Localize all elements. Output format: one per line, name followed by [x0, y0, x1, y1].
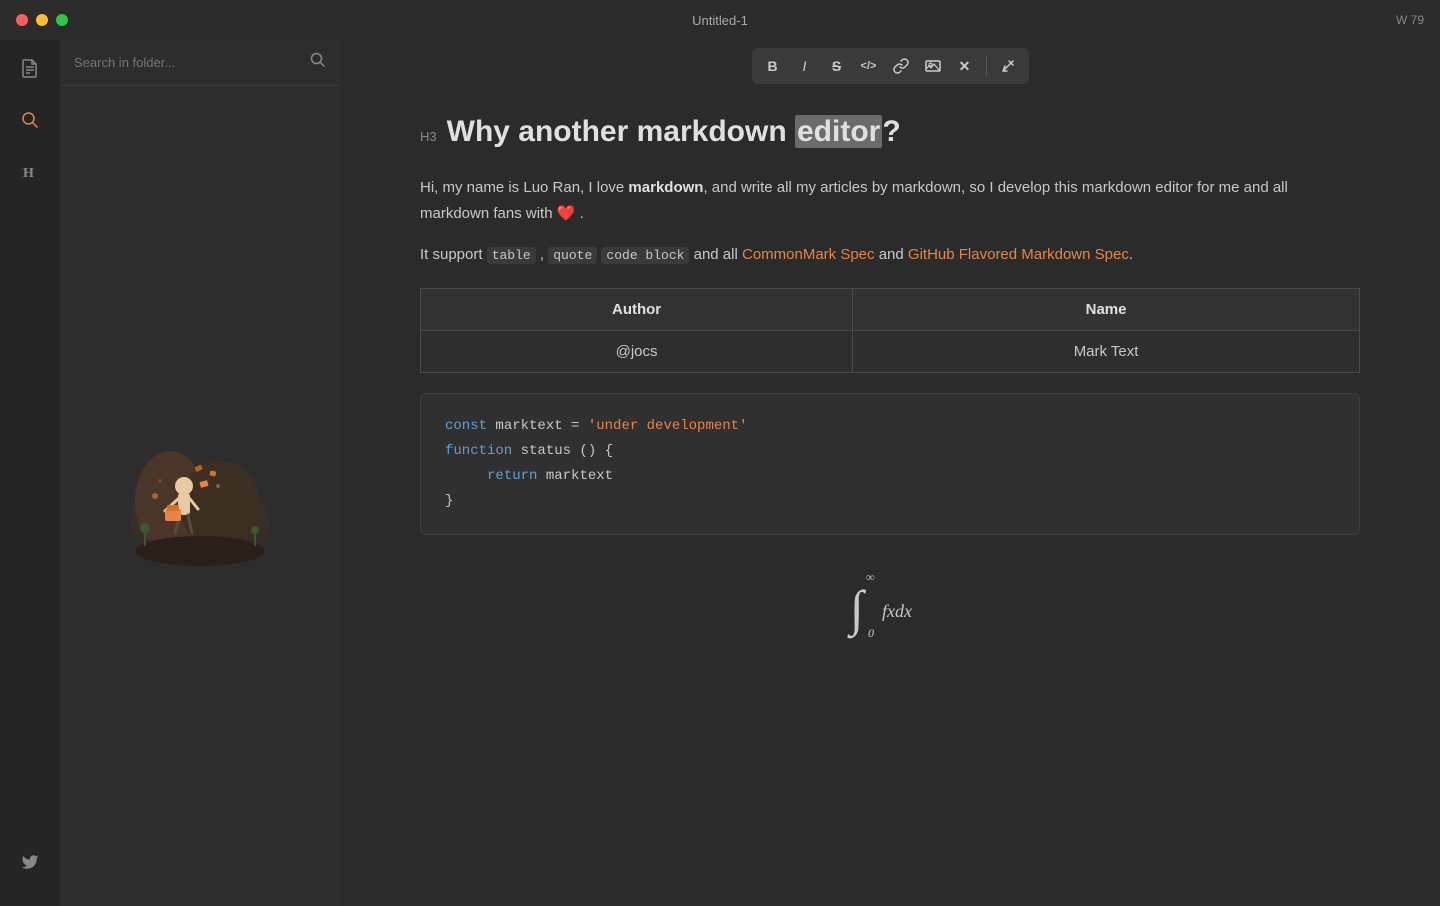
gfm-link[interactable]: GitHub Flavored Markdown Spec: [908, 246, 1129, 263]
math-svg: ∫ ∞ 0 fxdx: [830, 565, 950, 645]
image-button[interactable]: [918, 52, 948, 80]
italic-button[interactable]: I: [790, 52, 820, 80]
search-input[interactable]: [74, 55, 302, 70]
sidebar-file-icon[interactable]: [14, 52, 46, 84]
svg-text:∫: ∫: [847, 580, 867, 639]
editor-area[interactable]: B I S </> ✕: [340, 40, 1440, 906]
code-line-2: function status () {: [445, 439, 1335, 464]
kw-function: function: [445, 443, 512, 459]
formula-button[interactable]: ✕: [950, 52, 980, 80]
table-cell-name: Mark Text: [853, 330, 1360, 372]
svg-text:∞: ∞: [866, 570, 875, 584]
math-block: ∫ ∞ 0 fxdx: [420, 565, 1360, 651]
search-submit-icon[interactable]: [310, 52, 326, 73]
illustration: [110, 421, 290, 571]
toolbar: B I S </> ✕: [340, 40, 1440, 92]
kw-return: return: [487, 468, 537, 484]
editor-content[interactable]: H3 Why another markdown editor? Hi, my n…: [340, 92, 1440, 906]
strikethrough-button[interactable]: S: [822, 52, 852, 80]
word-count: W 79: [1396, 13, 1424, 27]
sidebar-twitter-icon[interactable]: [14, 846, 46, 878]
code-inline-button[interactable]: </>: [854, 52, 884, 80]
code-table: table: [487, 247, 536, 264]
sidebar-heading-icon[interactable]: H: [14, 156, 46, 188]
table-row: @jocs Mark Text: [421, 330, 1360, 372]
sidebar-bottom: [14, 846, 46, 894]
sidebar-search-icon[interactable]: [14, 104, 46, 136]
toolbar-group: B I S </> ✕: [752, 48, 1029, 84]
table-header-name: Name: [853, 288, 1360, 330]
sidebar: H: [0, 40, 60, 906]
titlebar: Untitled-1 W 79: [0, 0, 1440, 40]
code-quote: quote: [548, 247, 597, 264]
code-line-1: const marktext = 'under development': [445, 414, 1335, 439]
heading-highlight: editor: [795, 115, 882, 148]
heading-label: H3: [420, 129, 437, 144]
heart-emoji: ❤️: [557, 205, 576, 222]
clear-format-button[interactable]: [993, 52, 1023, 80]
file-panel: [60, 40, 340, 906]
toolbar-separator: [986, 56, 987, 76]
bold-button[interactable]: B: [758, 52, 788, 80]
file-panel-content: [60, 86, 340, 906]
code-line-3: return marktext: [445, 464, 1335, 489]
code-block-label: code block: [601, 247, 689, 264]
paragraph-1: Hi, my name is Luo Ran, I love markdown,…: [420, 175, 1360, 226]
heading-text: Why another markdown editor?: [447, 112, 901, 151]
main-layout: H: [0, 40, 1440, 906]
bold-text: markdown: [628, 179, 703, 196]
svg-text:fxdx: fxdx: [882, 601, 912, 621]
table-cell-author: @jocs: [421, 330, 853, 372]
svg-text:H: H: [23, 166, 34, 181]
code-line-4: }: [445, 489, 1335, 514]
markdown-table: Author Name @jocs Mark Text: [420, 288, 1360, 373]
search-bar: [60, 40, 340, 86]
svg-text:0: 0: [868, 626, 874, 640]
kw-const: const: [445, 418, 487, 434]
close-button[interactable]: [16, 14, 28, 26]
code-block: const marktext = 'under development' fun…: [420, 393, 1360, 536]
paragraph-2: It support table , quote code block and …: [420, 242, 1360, 268]
link-button[interactable]: [886, 52, 916, 80]
minimize-button[interactable]: [36, 14, 48, 26]
string-val: 'under development': [588, 418, 748, 434]
heading-block: H3 Why another markdown editor?: [420, 112, 1360, 151]
commonmark-link[interactable]: CommonMark Spec: [742, 246, 875, 263]
window-title: Untitled-1: [692, 13, 748, 28]
window-controls: [16, 14, 68, 26]
table-header-author: Author: [421, 288, 853, 330]
maximize-button[interactable]: [56, 14, 68, 26]
